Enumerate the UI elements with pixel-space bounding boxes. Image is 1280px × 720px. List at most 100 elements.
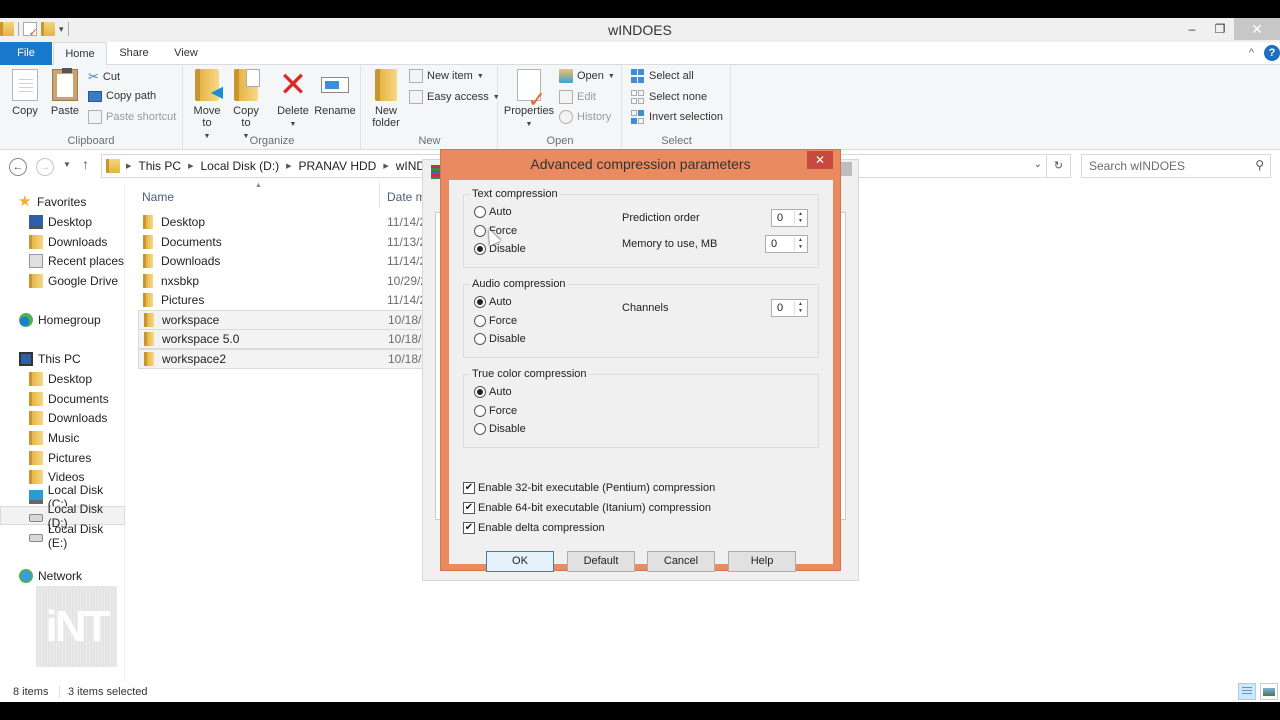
tab-view[interactable]: View bbox=[166, 42, 206, 65]
checkbox[interactable]: ✔ bbox=[463, 502, 475, 514]
column-header-date[interactable]: Date m bbox=[387, 190, 426, 204]
file-name: Downloads bbox=[161, 254, 221, 268]
checkbox[interactable]: ✔ bbox=[463, 522, 475, 534]
collapse-ribbon-icon[interactable]: ^ bbox=[1249, 47, 1254, 59]
file-row[interactable]: Documents 11/13/2 bbox=[138, 232, 438, 252]
default-button[interactable]: Default bbox=[567, 551, 635, 572]
radio-button[interactable] bbox=[474, 315, 486, 327]
spin-arrows-icon[interactable]: ▲ ▼ bbox=[794, 237, 806, 251]
search-input[interactable]: Search wINDOES ⚲ bbox=[1081, 154, 1271, 178]
radio-button[interactable] bbox=[474, 296, 486, 308]
paste-shortcut-button[interactable]: Paste shortcut bbox=[88, 110, 176, 124]
audio-force-radio[interactable]: Force bbox=[474, 315, 517, 327]
nav-network[interactable]: Network bbox=[0, 566, 125, 585]
column-header-name[interactable]: Name bbox=[142, 190, 174, 204]
file-row[interactable]: Desktop 11/14/2 bbox=[138, 212, 438, 232]
text-auto-radio[interactable]: Auto bbox=[474, 206, 512, 218]
copy-to-button[interactable]: Copy to ▼ bbox=[229, 69, 263, 143]
prediction-order-spinner[interactable]: 0 ▲ ▼ bbox=[771, 209, 808, 227]
nav-this-pc[interactable]: This PC bbox=[0, 349, 125, 368]
selected-count: 3 items selected bbox=[68, 686, 148, 698]
minimize-button[interactable]: – bbox=[1178, 18, 1206, 40]
up-button[interactable]: ↑ bbox=[82, 156, 89, 172]
back-button[interactable]: ← bbox=[9, 158, 27, 176]
address-dropdown-icon[interactable]: ⌄ bbox=[1034, 159, 1042, 170]
nav-homegroup[interactable]: Homegroup bbox=[0, 310, 125, 329]
properties-button[interactable]: Properties ▼ bbox=[503, 69, 555, 131]
ok-button[interactable]: OK bbox=[486, 551, 554, 572]
paste-button[interactable]: Paste bbox=[48, 68, 82, 117]
nav-pc-pictures[interactable]: Pictures bbox=[0, 448, 125, 467]
new-folder-button[interactable]: New folder bbox=[368, 69, 404, 129]
audio-disable-radio[interactable]: Disable bbox=[474, 333, 526, 345]
breadcrumb-this-pc[interactable]: This PC bbox=[138, 159, 181, 173]
nav-fav-desktop[interactable]: Desktop bbox=[0, 212, 125, 231]
select-none-button[interactable]: Select none bbox=[631, 90, 707, 104]
rename-button[interactable]: Rename bbox=[314, 69, 356, 117]
nav-fav-recent-places[interactable]: Recent places bbox=[0, 251, 125, 270]
nav-fav-downloads[interactable]: Downloads bbox=[0, 232, 125, 251]
enable-delta-checkbox[interactable]: ✔ Enable delta compression bbox=[463, 522, 605, 534]
new-item-button[interactable]: New item ▼ bbox=[409, 69, 484, 83]
enable-64bit-checkbox[interactable]: ✔ Enable 64-bit executable (Itanium) com… bbox=[463, 502, 711, 514]
select-all-button[interactable]: Select all bbox=[631, 69, 694, 83]
audio-auto-radio[interactable]: Auto bbox=[474, 296, 512, 308]
tab-share[interactable]: Share bbox=[112, 42, 156, 65]
nav-fav-google-drive[interactable]: Google Drive bbox=[0, 271, 125, 290]
help-button[interactable]: Help bbox=[728, 551, 796, 572]
file-row[interactable]: workspace2 10/18/2 bbox=[138, 349, 438, 369]
radio-button[interactable] bbox=[474, 405, 486, 417]
breadcrumb-local-disk-d[interactable]: Local Disk (D:) bbox=[200, 159, 279, 173]
tab-home[interactable]: Home bbox=[53, 42, 107, 66]
radio-button[interactable] bbox=[474, 423, 486, 435]
breadcrumb-pranav-hdd[interactable]: PRANAV HDD bbox=[299, 159, 377, 173]
truecolor-force-radio[interactable]: Force bbox=[474, 405, 517, 417]
spin-arrows-icon[interactable]: ▲ ▼ bbox=[794, 211, 806, 225]
close-button[interactable]: ✕ bbox=[1234, 18, 1280, 40]
recent-locations-dropdown[interactable]: ▼ bbox=[63, 160, 71, 169]
nav-pc-music[interactable]: Music bbox=[0, 428, 125, 447]
channels-spinner[interactable]: 0 ▲ ▼ bbox=[771, 299, 808, 317]
nav-pc-desktop[interactable]: Desktop bbox=[0, 369, 125, 388]
restore-button[interactable]: ❐ bbox=[1206, 18, 1234, 40]
tab-file[interactable]: File bbox=[0, 42, 52, 65]
copy-button[interactable]: Copy bbox=[8, 69, 42, 117]
nav-pc-downloads[interactable]: Downloads bbox=[0, 408, 125, 427]
text-disable-radio[interactable]: Disable bbox=[474, 243, 526, 255]
file-row[interactable]: Pictures 11/14/2 bbox=[138, 290, 438, 310]
nav-favorites[interactable]: ★ Favorites bbox=[0, 192, 125, 211]
enable-32bit-checkbox[interactable]: ✔ Enable 32-bit executable (Pentium) com… bbox=[463, 482, 715, 494]
open-button[interactable]: Open ▼ bbox=[559, 69, 615, 83]
memory-spinner[interactable]: 0 ▲ ▼ bbox=[765, 235, 808, 253]
invert-selection-button[interactable]: Invert selection bbox=[631, 110, 723, 124]
file-row[interactable]: nxsbkp 10/29/2 bbox=[138, 271, 438, 291]
radio-button[interactable] bbox=[474, 333, 486, 345]
edit-button[interactable]: Edit bbox=[559, 90, 596, 104]
spin-arrows-icon[interactable]: ▲ ▼ bbox=[794, 301, 806, 315]
easy-access-button[interactable]: Easy access ▼ bbox=[409, 90, 500, 104]
radio-button[interactable] bbox=[474, 206, 486, 218]
cancel-button[interactable]: Cancel bbox=[647, 551, 715, 572]
refresh-icon[interactable]: ↻ bbox=[1046, 155, 1070, 177]
nav-pc-documents[interactable]: Documents bbox=[0, 389, 125, 408]
cut-button[interactable]: ✂ Cut bbox=[88, 69, 120, 85]
file-row[interactable]: Downloads 11/14/2 bbox=[138, 251, 438, 271]
truecolor-auto-radio[interactable]: Auto bbox=[474, 386, 512, 398]
column-divider[interactable] bbox=[379, 182, 380, 208]
nav-local-disk-e[interactable]: Local Disk (E:) bbox=[0, 522, 125, 550]
truecolor-disable-radio[interactable]: Disable bbox=[474, 423, 526, 435]
help-icon[interactable]: ? bbox=[1264, 45, 1280, 61]
delete-button[interactable]: ✕ Delete ▼ bbox=[274, 68, 312, 131]
large-icons-view-icon[interactable] bbox=[1260, 683, 1278, 700]
dialog-close-button[interactable]: ✕ bbox=[807, 151, 833, 169]
copy-path-button[interactable]: Copy path bbox=[88, 90, 156, 102]
file-row[interactable]: workspace 10/18/2 bbox=[138, 310, 438, 330]
move-to-button[interactable]: ◀ Move to ▼ bbox=[190, 69, 224, 143]
details-view-icon[interactable] bbox=[1238, 683, 1256, 700]
file-row[interactable]: workspace 5.0 10/18/2 bbox=[138, 329, 438, 349]
radio-button[interactable] bbox=[474, 243, 486, 255]
history-button[interactable]: History bbox=[559, 110, 611, 124]
radio-button[interactable] bbox=[474, 386, 486, 398]
checkbox[interactable]: ✔ bbox=[463, 482, 475, 494]
forward-button[interactable]: → bbox=[36, 158, 54, 176]
